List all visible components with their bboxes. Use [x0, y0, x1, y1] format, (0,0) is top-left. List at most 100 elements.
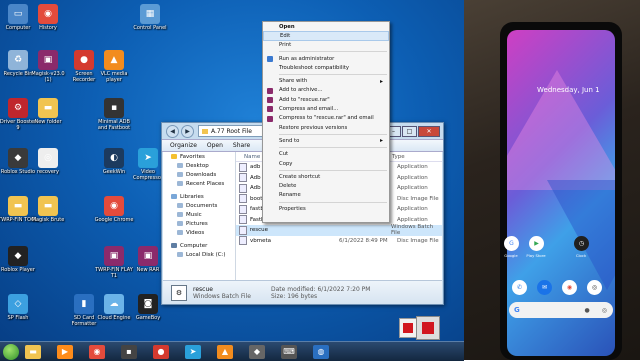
- desktop-icon-magisk-brute[interactable]: ▬ Magisk Brute: [28, 196, 68, 223]
- menu-separator: [279, 73, 387, 75]
- nav-item-downloads[interactable]: Downloads: [163, 170, 235, 179]
- terminal-icon[interactable]: ▪: [121, 344, 137, 359]
- folder-icon: [177, 172, 183, 177]
- menu-item-print[interactable]: Print: [263, 41, 389, 50]
- desktop-icon-magisk-v23-0-1[interactable]: ▣ Magisk-v23.0 (1): [28, 50, 68, 83]
- file-type: Application: [397, 185, 428, 192]
- desktop-icon-roblox-player[interactable]: ◆ Roblox Player: [0, 246, 38, 273]
- file-icon: [239, 236, 247, 246]
- details-pane: ⚙ rescue Windows Batch File Date modifie…: [163, 280, 442, 304]
- phone-search-bar[interactable]: G ● ◎: [509, 302, 613, 318]
- nav-item-pictures[interactable]: Pictures: [163, 219, 235, 228]
- camera-icon[interactable]: ◎: [587, 280, 602, 295]
- folder-icon: [177, 221, 183, 226]
- desktop-icon-new-folder[interactable]: ▬ New folder: [28, 98, 68, 125]
- clock-icon[interactable]: ◷: [574, 236, 589, 251]
- menu-item-create-shortcut[interactable]: Create shortcut: [263, 172, 389, 181]
- details-name: rescue: [193, 285, 213, 293]
- desktop-icon-vlc-media-player[interactable]: ▲ VLC media player: [94, 50, 134, 83]
- nav-item-desktop[interactable]: Desktop: [163, 161, 235, 170]
- winrar-icon: ▣: [138, 246, 158, 266]
- menu-item-restore-previous-versions[interactable]: Restore previous versions: [263, 123, 389, 132]
- chrome-icon[interactable]: ◉: [89, 344, 105, 359]
- nav-header-computer[interactable]: Computer: [163, 241, 235, 250]
- file-row[interactable]: rescue Windows Batch File: [236, 224, 442, 236]
- close-button[interactable]: ✕: [418, 125, 440, 137]
- menu-item-troubleshoot-compatibility[interactable]: Troubleshoot compatibility: [263, 63, 389, 72]
- menu-item-cut[interactable]: Cut: [263, 150, 389, 159]
- telegram-icon[interactable]: ➤: [185, 344, 201, 359]
- file-row[interactable]: vbmeta 6/1/2022 8:49 PM Disc Image File: [236, 236, 442, 247]
- forward-button[interactable]: ▶: [181, 124, 194, 138]
- file-type: Disc Image File: [397, 237, 439, 244]
- recycle-bin-icon: ♻: [8, 50, 28, 70]
- back-button[interactable]: ◀: [166, 124, 179, 138]
- desktop-icon-label: GameBoy: [135, 315, 161, 321]
- file-type: Application: [397, 206, 428, 213]
- menu-item-delete[interactable]: Delete: [263, 181, 389, 190]
- globe-icon[interactable]: ◍: [313, 344, 329, 359]
- app-label: Google: [504, 253, 518, 258]
- menu-item-edit[interactable]: Edit: [263, 31, 389, 41]
- recorder-icon[interactable]: ●: [153, 344, 169, 359]
- maximize-button[interactable]: □: [402, 125, 417, 137]
- desktop-icon-google-chrome[interactable]: ◉ Google Chrome: [94, 196, 134, 223]
- messages-icon[interactable]: ✉: [537, 280, 552, 295]
- vlc-icon[interactable]: ▲: [217, 344, 233, 359]
- winrar-icon: [267, 87, 273, 94]
- explorer-icon[interactable]: ▬: [25, 344, 41, 359]
- share-button[interactable]: Share: [233, 142, 250, 149]
- menu-item-open[interactable]: Open: [263, 22, 389, 31]
- desktop-icon-recovery[interactable]: ◎ recovery: [28, 148, 68, 175]
- nav-item-recent-places[interactable]: Recent Places: [163, 179, 235, 188]
- shield-icon: [267, 55, 273, 62]
- keyboard-icon[interactable]: ⌨: [281, 344, 297, 359]
- organize-button[interactable]: Organize: [170, 142, 197, 149]
- menu-item-add-to-archive[interactable]: Add to archive...: [263, 86, 389, 95]
- app-label: Play Store: [526, 253, 546, 258]
- google-icon[interactable]: G: [504, 236, 519, 251]
- file-icon: [239, 215, 247, 225]
- roblox-icon[interactable]: ◆: [249, 344, 265, 359]
- record-indicator[interactable]: [399, 318, 417, 338]
- folder-icon: ▬: [38, 196, 58, 216]
- file-icon: [239, 183, 247, 193]
- nav-header-favorites[interactable]: Favorites: [163, 152, 235, 161]
- nav-item-music[interactable]: Music: [163, 210, 235, 219]
- desktop-icon-history[interactable]: ◉ History: [28, 4, 68, 31]
- folder-icon: [177, 252, 183, 257]
- menu-item-run-as-administrator[interactable]: Run as administrator: [263, 54, 389, 63]
- stop-record-button[interactable]: [416, 316, 440, 340]
- menu-item-compress-and-email[interactable]: Compress and email...: [263, 104, 389, 113]
- menu-separator: [279, 201, 387, 203]
- menu-item-properties[interactable]: Properties: [263, 204, 389, 213]
- menu-item-add-to-rescue-rar[interactable]: Add to "rescue.rar": [263, 95, 389, 104]
- menu-item-send-to[interactable]: Send to ▸: [263, 136, 389, 145]
- chrome-icon[interactable]: ◉: [562, 280, 577, 295]
- nav-item-documents[interactable]: Documents: [163, 201, 235, 210]
- desktop-icon-label: History: [39, 25, 57, 31]
- geek-icon: ◐: [104, 148, 124, 168]
- start-button[interactable]: [3, 343, 19, 360]
- nav-header-libraries[interactable]: Libraries: [163, 192, 235, 201]
- column-type[interactable]: Type: [392, 154, 405, 160]
- nav-item-videos[interactable]: Videos: [163, 228, 235, 237]
- desktop-icon-minimal-adb-and-fastboot[interactable]: ▪ Minimal ADB and Fastboot: [94, 98, 134, 131]
- chrome-icon: ◉: [104, 196, 124, 216]
- roblox-icon: ◆: [8, 246, 28, 266]
- menu-item-rename[interactable]: Rename: [263, 191, 389, 200]
- play-store-icon[interactable]: ▶: [529, 236, 544, 251]
- desktop-icon-control-panel[interactable]: ▦ Control Panel: [130, 4, 170, 31]
- desktop-icon-label: Magisk-v23.0 (1): [31, 71, 65, 83]
- open-button[interactable]: Open: [207, 142, 223, 149]
- phone-icon[interactable]: ✆: [512, 280, 527, 295]
- menu-separator: [279, 147, 387, 149]
- menu-item-share-with[interactable]: Share with ▸: [263, 76, 389, 85]
- desktop-icon-label: Control Panel: [133, 25, 167, 31]
- menu-item-compress-to-rescue-rar-and-email[interactable]: Compress to "rescue.rar" and email: [263, 114, 389, 123]
- folder-icon: [202, 128, 208, 134]
- media-player-icon[interactable]: ▶: [57, 344, 73, 359]
- desktop-icon-sp-flash[interactable]: ◇ SP Flash: [0, 294, 38, 321]
- nav-item-local-disk-c[interactable]: Local Disk (C:): [163, 250, 235, 259]
- menu-item-copy[interactable]: Copy: [263, 159, 389, 168]
